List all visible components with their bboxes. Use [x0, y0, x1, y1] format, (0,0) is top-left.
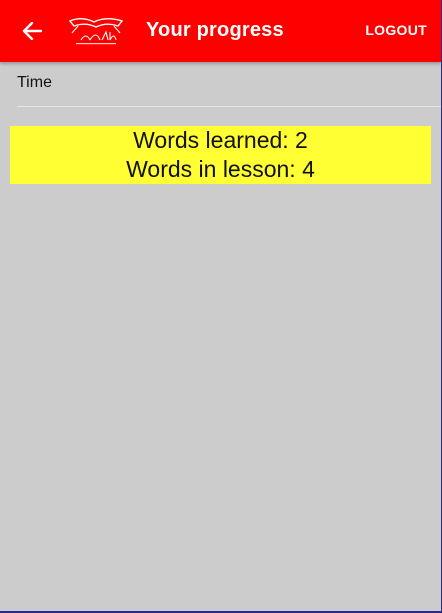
back-button[interactable]: [16, 17, 48, 45]
progress-summary: Words learned: 2 Words in lesson: 4: [10, 126, 431, 184]
app-screen: Your progress LOGOUT Time Words learned:…: [0, 0, 441, 611]
arrow-left-icon: [22, 22, 42, 40]
page-title: Your progress: [146, 19, 284, 41]
app-bar: Your progress LOGOUT: [0, 0, 441, 62]
app-logo: [68, 18, 124, 45]
words-in-lesson-text: Words in lesson: 4: [126, 156, 315, 182]
time-label: Time: [17, 74, 52, 91]
words-learned-text: Words learned: 2: [133, 127, 308, 153]
logout-button[interactable]: LOGOUT: [365, 22, 427, 38]
divider: [17, 106, 441, 107]
